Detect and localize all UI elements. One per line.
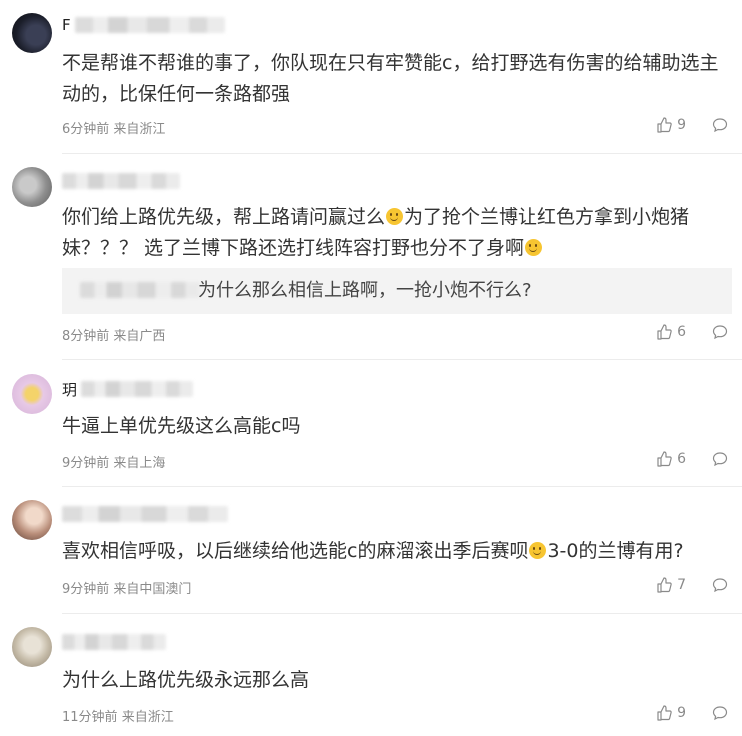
username-blurred [62, 173, 180, 189]
thumbs-up-icon [657, 117, 672, 133]
like-count: 9 [677, 705, 686, 721]
reply-button[interactable] [712, 324, 728, 340]
comment-text-part: 3-0的兰博有用? [547, 540, 684, 562]
comment-actions: 6 [656, 451, 728, 467]
comment-time: 9分钟前 [62, 456, 110, 471]
comment-bubble-icon [712, 452, 728, 467]
quoted-reply[interactable]: 为什么那么相信上路啊，一抢小炮不行么? [62, 268, 732, 314]
comment-time: 6分钟前 [62, 122, 110, 137]
reply-button[interactable] [712, 451, 728, 467]
username[interactable] [62, 633, 166, 651]
avatar[interactable] [12, 500, 52, 540]
reply-button[interactable] [712, 705, 728, 721]
like-count: 6 [677, 451, 686, 467]
like-button[interactable]: 7 [656, 577, 686, 593]
username[interactable]: F [62, 16, 225, 34]
comment-actions: 9 [656, 117, 728, 133]
comment-time: 11分钟前 [62, 710, 118, 725]
comment-meta: 9分钟前 来自上海 [62, 452, 165, 471]
comment-item: 玥 牛逼上单优先级这么高能c吗 9分钟前 来自上海 6 [0, 360, 742, 487]
like-count: 6 [677, 324, 686, 340]
thumbs-up-icon [657, 705, 672, 721]
reply-button[interactable] [712, 117, 728, 133]
comment-text: 为什么上路优先级永远那么高 [62, 669, 310, 691]
avatar[interactable] [12, 167, 52, 207]
comment-bubble-icon [712, 706, 728, 721]
reply-text: 为什么那么相信上路啊，一抢小炮不行么? [198, 280, 532, 301]
comment-time: 8分钟前 [62, 329, 110, 344]
username-blurred [62, 506, 228, 522]
comment-item: 你们给上路优先级，帮上路请问赢过么 为了抢个兰博让红色方拿到小炮猪妹？？？ 选了兰… [0, 154, 742, 360]
username-blurred [74, 17, 225, 33]
comment-actions: 9 [656, 705, 728, 721]
username[interactable] [62, 172, 180, 190]
comment-item: F 不是帮谁不帮谁的事了，你队现在只有牢赞能c，给打野选有伤害的给辅助选主动的，… [0, 0, 742, 154]
like-button[interactable]: 9 [656, 705, 686, 721]
thumbs-up-icon [657, 451, 672, 467]
comment-text-part: 你们给上路优先级，帮上路请问赢过么 [62, 206, 386, 228]
comment-text-part: 喜欢相信呼吸，以后继续给他选能c的麻溜滚出季后赛呗 [62, 540, 529, 562]
comment-bubble-icon [712, 118, 728, 133]
comment-text: 喜欢相信呼吸，以后继续给他选能c的麻溜滚出季后赛呗 3-0的兰博有用? [62, 536, 734, 567]
username-blurred [62, 634, 166, 650]
avatar[interactable] [12, 13, 52, 53]
comment-bubble-icon [712, 578, 728, 593]
reply-username-blurred [80, 282, 200, 298]
laugh-emoji-icon [529, 542, 547, 559]
avatar[interactable] [12, 627, 52, 667]
comment-time: 9分钟前 [62, 582, 110, 597]
reply-button[interactable] [712, 577, 728, 593]
username-text: 玥 [62, 380, 78, 399]
comment-actions: 7 [656, 577, 728, 593]
thumbs-up-icon [657, 577, 672, 593]
comment-meta: 6分钟前 来自浙江 [62, 118, 165, 137]
like-count: 7 [677, 577, 686, 593]
comment-actions: 6 [656, 324, 728, 340]
avatar[interactable] [12, 374, 52, 414]
comment-text: 你们给上路优先级，帮上路请问赢过么 为了抢个兰博让红色方拿到小炮猪妹？？？ 选了兰… [62, 202, 734, 264]
comment-text: 不是帮谁不帮谁的事了，你队现在只有牢赞能c，给打野选有伤害的给辅助选主动的，比保… [62, 52, 719, 105]
username[interactable]: 玥 [62, 380, 194, 399]
comment-meta: 8分钟前 来自广西 [62, 325, 165, 344]
comment-location: 来自浙江 [113, 122, 166, 137]
username-blurred [81, 381, 194, 397]
comment-item: 喜欢相信呼吸，以后继续给他选能c的麻溜滚出季后赛呗 3-0的兰博有用? 9分钟前 … [0, 487, 742, 614]
like-button[interactable]: 6 [656, 451, 686, 467]
comment-meta: 9分钟前 来自中国澳门 [62, 578, 191, 597]
comment-meta: 11分钟前 来自浙江 [62, 706, 174, 725]
comment-location: 来自中国澳门 [113, 582, 192, 597]
thumbs-up-icon [657, 324, 672, 340]
smile-emoji-icon [525, 239, 543, 256]
username-text: F [62, 16, 71, 34]
comment-location: 来自上海 [113, 456, 166, 471]
like-count: 9 [677, 117, 686, 133]
smile-emoji-icon [386, 208, 404, 225]
comment-text: 牛逼上单优先级这么高能c吗 [62, 415, 301, 437]
comment-location: 来自广西 [113, 329, 166, 344]
username[interactable] [62, 505, 228, 523]
like-button[interactable]: 6 [656, 324, 686, 340]
comment-bubble-icon [712, 325, 728, 340]
comment-location: 来自浙江 [121, 710, 174, 725]
like-button[interactable]: 9 [656, 117, 686, 133]
comment-item: 为什么上路优先级永远那么高 11分钟前 来自浙江 9 [0, 614, 742, 736]
